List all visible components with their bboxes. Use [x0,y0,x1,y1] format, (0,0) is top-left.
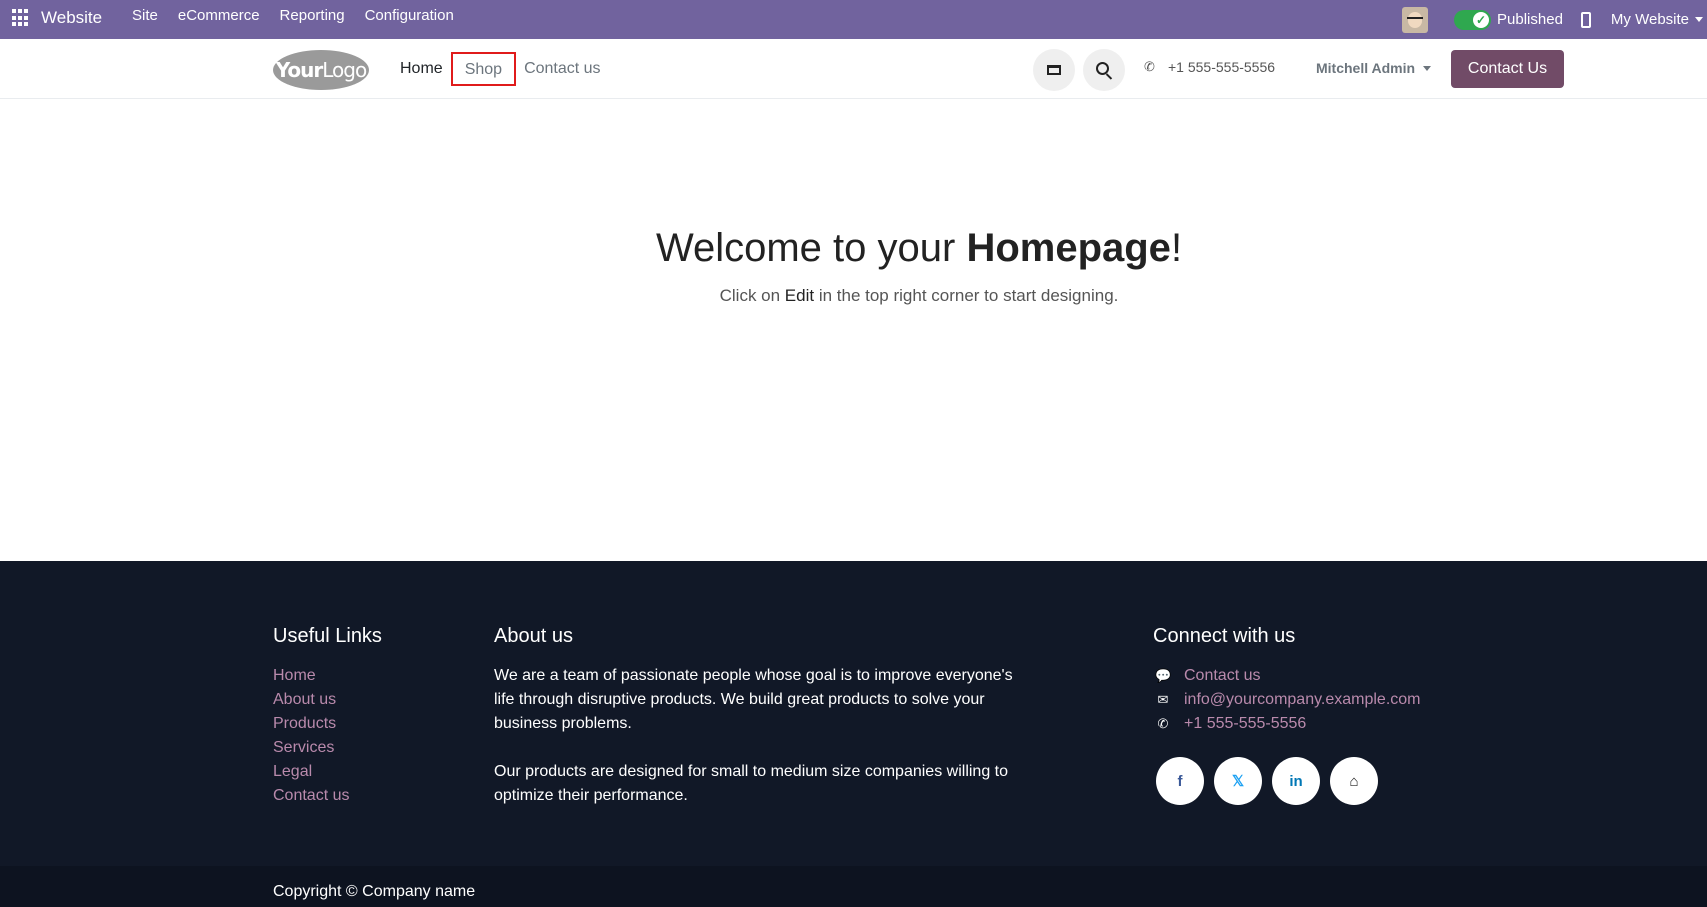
logo-text-light: Logo [322,58,367,82]
copyright-text: Copyright © Company name [273,883,476,900]
envelope-icon: ✉ [1157,692,1169,707]
chevron-down-icon [1695,17,1703,22]
admin-right-controls: ✓ Published My Website [1402,0,1707,39]
sub-pre: Click on [719,286,785,305]
apps-grid-icon[interactable] [12,9,30,27]
about-heading: About us [494,625,573,647]
app-title[interactable]: Website [41,8,102,28]
connect-contact[interactable]: 💬 Contact us [1155,664,1421,688]
footer-link-contact[interactable]: Contact us [273,784,349,808]
cart-button[interactable] [1033,49,1075,91]
connect-phone-label: +1 555-555-5556 [1184,715,1307,732]
admin-menu-site[interactable]: Site [122,0,168,39]
footer: Useful Links Home About us Products Serv… [0,561,1707,866]
main-nav: Home Shop Contact us [393,39,608,99]
footer-link-products[interactable]: Products [273,712,349,736]
x-twitter-icon[interactable]: 𝕏 [1214,757,1262,805]
title-bold: Homepage [966,226,1171,270]
connect-contact-label: Contact us [1184,667,1261,684]
site-logo[interactable]: YourLogo [273,50,369,90]
phone-icon: ✆ [1157,716,1169,731]
about-text: We are a team of passionate people whose… [494,664,1024,808]
admin-menu-configuration[interactable]: Configuration [355,0,464,39]
connect-list: 💬 Contact us ✉ info@yourcompany.example.co… [1155,664,1421,736]
nav-shop[interactable]: Shop [450,52,517,86]
admin-menu: Site eCommerce Reporting Configuration [122,0,464,39]
useful-links-list: Home About us Products Services Legal Co… [273,664,349,808]
nav-contact-us[interactable]: Contact us [517,60,607,78]
connect-email[interactable]: ✉ info@yourcompany.example.com [1155,688,1421,712]
nav-home[interactable]: Home [393,60,450,78]
footer-link-services[interactable]: Services [273,736,349,760]
search-icon [1095,61,1109,75]
mobile-preview-icon[interactable] [1580,11,1591,28]
user-name: Mitchell Admin [1316,60,1416,76]
website-selector[interactable]: My Website [1611,11,1689,28]
useful-links-heading: Useful Links [273,625,382,647]
site-header: YourLogo Home Shop Contact us ✆ +1 555-5… [0,39,1707,99]
footer-link-home[interactable]: Home [273,664,349,688]
check-icon: ✓ [1473,11,1490,28]
user-menu[interactable]: Mitchell Admin [1316,60,1432,76]
connect-heading: Connect with us [1153,625,1296,647]
contact-us-button[interactable]: Contact Us [1451,50,1564,88]
title-pre: Welcome to your [655,226,967,270]
header-phone[interactable]: ✆ +1 555-555-5556 [1144,59,1275,75]
footer-link-legal[interactable]: Legal [273,760,349,784]
sub-post: in the top right corner to start designi… [814,286,1119,305]
connect-email-label: info@yourcompany.example.com [1184,691,1421,708]
linkedin-icon[interactable]: in [1272,757,1320,805]
admin-menu-ecommerce[interactable]: eCommerce [168,0,270,39]
admin-navbar: Website Site eCommerce Reporting Configu… [0,0,1707,39]
page-title: Welcome to your Homepage! [0,226,1707,271]
footer-link-about[interactable]: About us [273,688,349,712]
title-post: ! [1170,226,1183,270]
cart-icon [1047,65,1061,75]
published-label[interactable]: Published [1497,11,1563,28]
page-subtitle: Click on Edit in the top right corner to… [0,286,1707,306]
user-avatar[interactable] [1402,6,1429,33]
copyright-bar: Copyright © Company name [0,866,1707,907]
published-toggle[interactable]: ✓ [1454,9,1492,30]
search-button[interactable] [1083,49,1125,91]
facebook-icon[interactable]: f [1156,757,1204,805]
about-paragraph-1: We are a team of passionate people whose… [494,667,1013,732]
connect-phone[interactable]: ✆ +1 555-555-5556 [1155,712,1421,736]
social-links: f 𝕏 in ⌂ [1156,757,1388,805]
phone-icon: ✆ [1144,59,1155,74]
comment-icon: 💬 [1155,668,1172,683]
header-phone-number: +1 555-555-5556 [1168,59,1276,75]
home-icon[interactable]: ⌂ [1330,757,1378,805]
about-paragraph-2: Our products are designed for small to m… [494,763,1009,804]
sub-edit: Edit [784,286,815,305]
admin-menu-reporting[interactable]: Reporting [270,0,355,39]
chevron-down-icon [1423,65,1432,71]
logo-text-bold: Your [275,58,323,82]
